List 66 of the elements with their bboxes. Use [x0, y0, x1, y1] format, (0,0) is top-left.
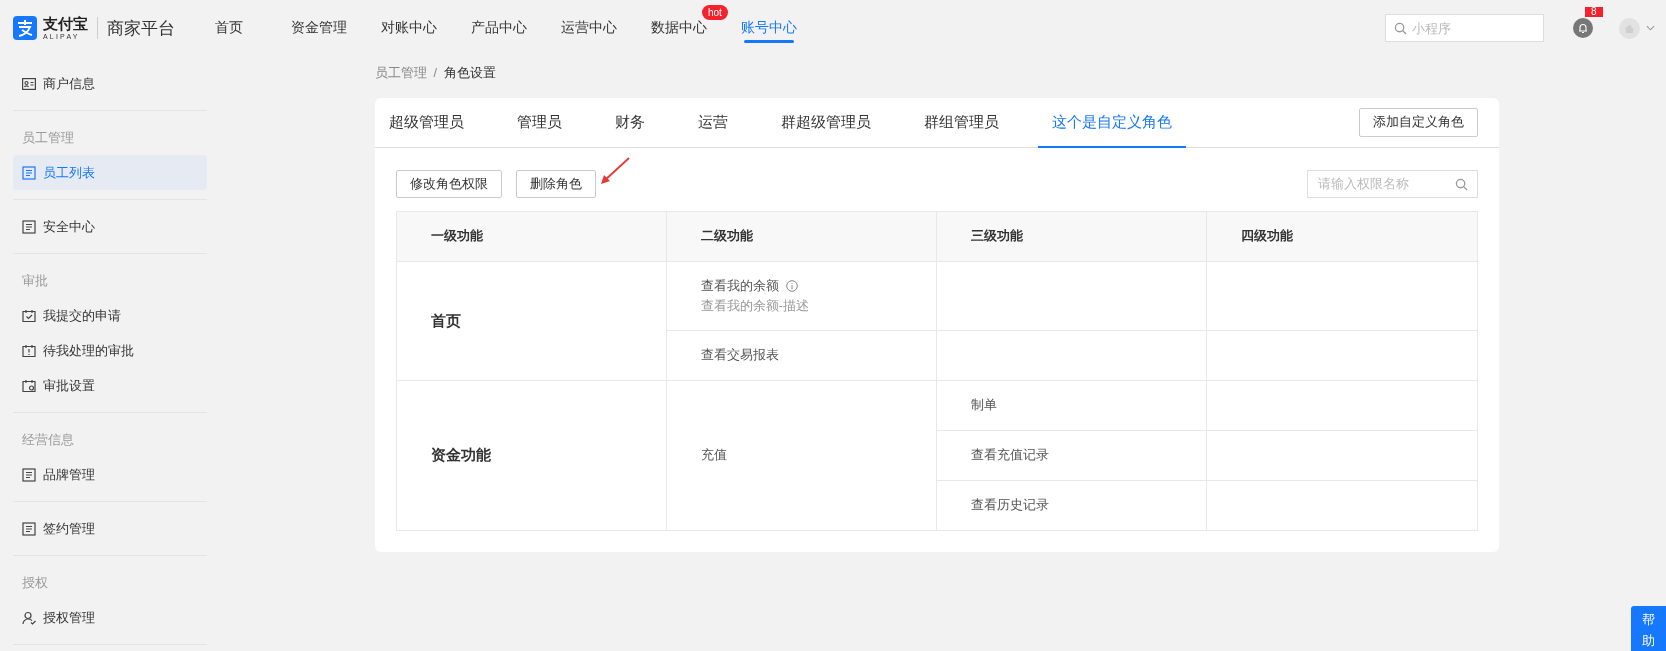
breadcrumb-separator: /: [433, 66, 437, 80]
delete-role-button[interactable]: 删除角色: [515, 170, 596, 198]
nav-item[interactable]: 首页: [184, 0, 274, 56]
sidebar-item[interactable]: 品牌管理: [13, 457, 207, 492]
group-label: 经营信息: [21, 430, 75, 449]
brand-name: 支付宝: [43, 16, 88, 31]
edit-permissions-button[interactable]: 修改角色权限: [395, 170, 502, 198]
role-tab[interactable]: 超级管理员: [374, 98, 478, 147]
document-icon: [22, 165, 36, 180]
calendar-check-icon: [22, 308, 36, 323]
arrow-annotation: [598, 156, 631, 186]
function-description: 查看我的余额-描述: [700, 298, 809, 315]
sidebar-item[interactable]: 商户信息: [13, 66, 207, 101]
nav-item[interactable]: 资金管理: [274, 0, 364, 56]
person-icon: [22, 610, 36, 625]
group-label: 授权: [21, 573, 49, 592]
search-field[interactable]: 请输入权限名称: [1306, 170, 1478, 198]
sidebar-item[interactable]: 签约管理: [13, 511, 207, 546]
table-cell: 充值: [666, 381, 936, 530]
sidebar-item[interactable]: 审批设置: [13, 368, 207, 403]
role-tab[interactable]: 群超级管理员: [766, 98, 885, 147]
document-icon: [22, 467, 36, 482]
logo-icon: [13, 16, 37, 40]
chevron-down-icon[interactable]: [1646, 25, 1655, 31]
id-card-icon: [22, 76, 36, 91]
hot-badge: hot: [702, 5, 728, 20]
group-label: 审批: [21, 271, 49, 290]
table-cell: 查看历史记录: [937, 481, 1207, 530]
table-cell: 制单: [937, 381, 1207, 430]
nav-item[interactable]: 对账中心: [364, 0, 454, 56]
table-cell: 查看交易报表: [666, 331, 936, 380]
column-header: 一级功能: [396, 212, 666, 261]
bell-icon[interactable]: [1573, 18, 1593, 38]
nav-item[interactable]: 运营中心: [544, 0, 634, 56]
sidebar-item[interactable]: 安全中心: [13, 209, 207, 244]
info-icon[interactable]: [785, 280, 798, 292]
help-button[interactable]: 帮助: [1631, 606, 1666, 651]
search-icon: [1454, 178, 1468, 191]
search-field[interactable]: 小程序: [1385, 14, 1544, 42]
column-header: 二级功能: [666, 212, 936, 261]
document-icon: [22, 219, 36, 234]
role-tab[interactable]: 群组管理员: [909, 98, 1013, 147]
table-cell: 查看充值记录: [937, 431, 1207, 480]
function-name: 查看我的余额: [700, 278, 779, 295]
column-header: 三级功能: [937, 212, 1207, 261]
role-tab[interactable]: 运营: [683, 98, 742, 147]
column-header: 四级功能: [1207, 212, 1477, 261]
document-icon: [22, 521, 36, 536]
sidebar-item[interactable]: 待我处理的审批: [13, 333, 207, 368]
breadcrumb-current: 角色设置: [444, 64, 496, 82]
table-cell: 资金功能: [396, 381, 666, 530]
group-label: 员工管理: [21, 128, 75, 147]
table-cell: 首页: [396, 262, 666, 380]
search-icon: [1394, 22, 1407, 35]
sidebar-item[interactable]: 员工列表: [13, 155, 207, 190]
notification-count: 8: [1585, 7, 1603, 17]
calendar-alert-icon: [22, 343, 36, 358]
role-tab[interactable]: 这个是自定义角色: [1037, 98, 1186, 147]
add-role-button[interactable]: 添加自定义角色: [1358, 108, 1478, 137]
sidebar-item[interactable]: 授权管理: [13, 600, 207, 635]
sidebar-item[interactable]: 我提交的申请: [13, 298, 207, 333]
calendar-gear-icon: [22, 378, 36, 393]
platform-title: 商家平台: [107, 17, 175, 40]
nav-item[interactable]: 产品中心: [454, 0, 544, 56]
role-tab[interactable]: 管理员: [502, 98, 576, 147]
role-tab[interactable]: 财务: [600, 98, 659, 147]
